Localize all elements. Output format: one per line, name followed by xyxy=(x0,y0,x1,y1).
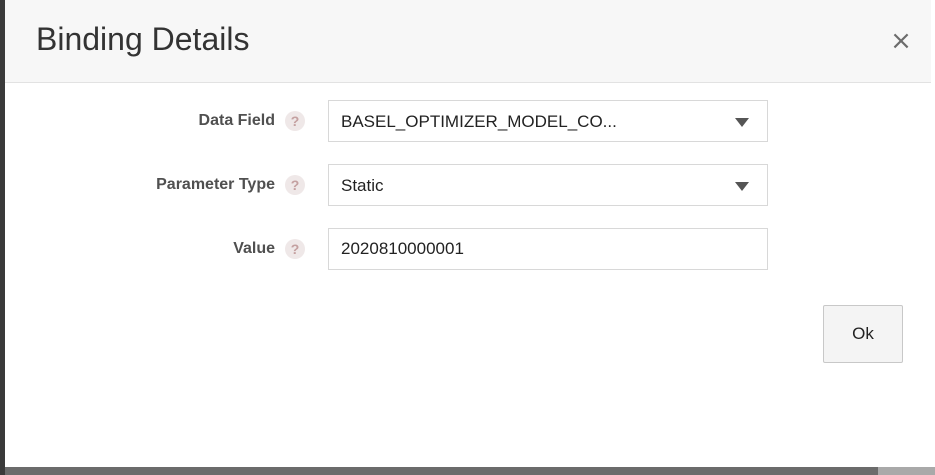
help-icon[interactable]: ? xyxy=(285,175,305,195)
parameter-type-label: Parameter Type xyxy=(156,176,275,193)
dialog-header: Binding Details × xyxy=(5,0,931,83)
data-field-row: Data Field ? BASEL_OPTIMIZER_MODEL_CO... xyxy=(5,100,935,144)
help-icon[interactable]: ? xyxy=(285,239,305,259)
data-field-label: Data Field xyxy=(198,112,275,129)
binding-details-dialog: Binding Details × Data Field ? BASEL_OPT… xyxy=(5,0,935,468)
data-field-select[interactable]: BASEL_OPTIMIZER_MODEL_CO... xyxy=(328,100,768,142)
bottom-scrollbar-end xyxy=(878,467,935,475)
screen: Binding Details × Data Field ? BASEL_OPT… xyxy=(0,0,935,475)
chevron-down-icon xyxy=(735,118,749,127)
value-row: Value ? xyxy=(5,228,935,272)
parameter-type-row: Parameter Type ? Static xyxy=(5,164,935,208)
parameter-type-select[interactable]: Static xyxy=(328,164,768,206)
value-label: Value xyxy=(233,240,275,257)
help-icon[interactable]: ? xyxy=(285,111,305,131)
dialog-title: Binding Details xyxy=(36,21,250,57)
ok-button[interactable]: Ok xyxy=(823,305,903,363)
bottom-scrollbar-track[interactable] xyxy=(5,467,935,475)
parameter-type-selected-value: Static xyxy=(341,176,384,195)
close-icon[interactable]: × xyxy=(887,26,915,56)
data-field-selected-value: BASEL_OPTIMIZER_MODEL_CO... xyxy=(341,112,617,131)
value-input[interactable] xyxy=(328,228,768,270)
chevron-down-icon xyxy=(735,182,749,191)
